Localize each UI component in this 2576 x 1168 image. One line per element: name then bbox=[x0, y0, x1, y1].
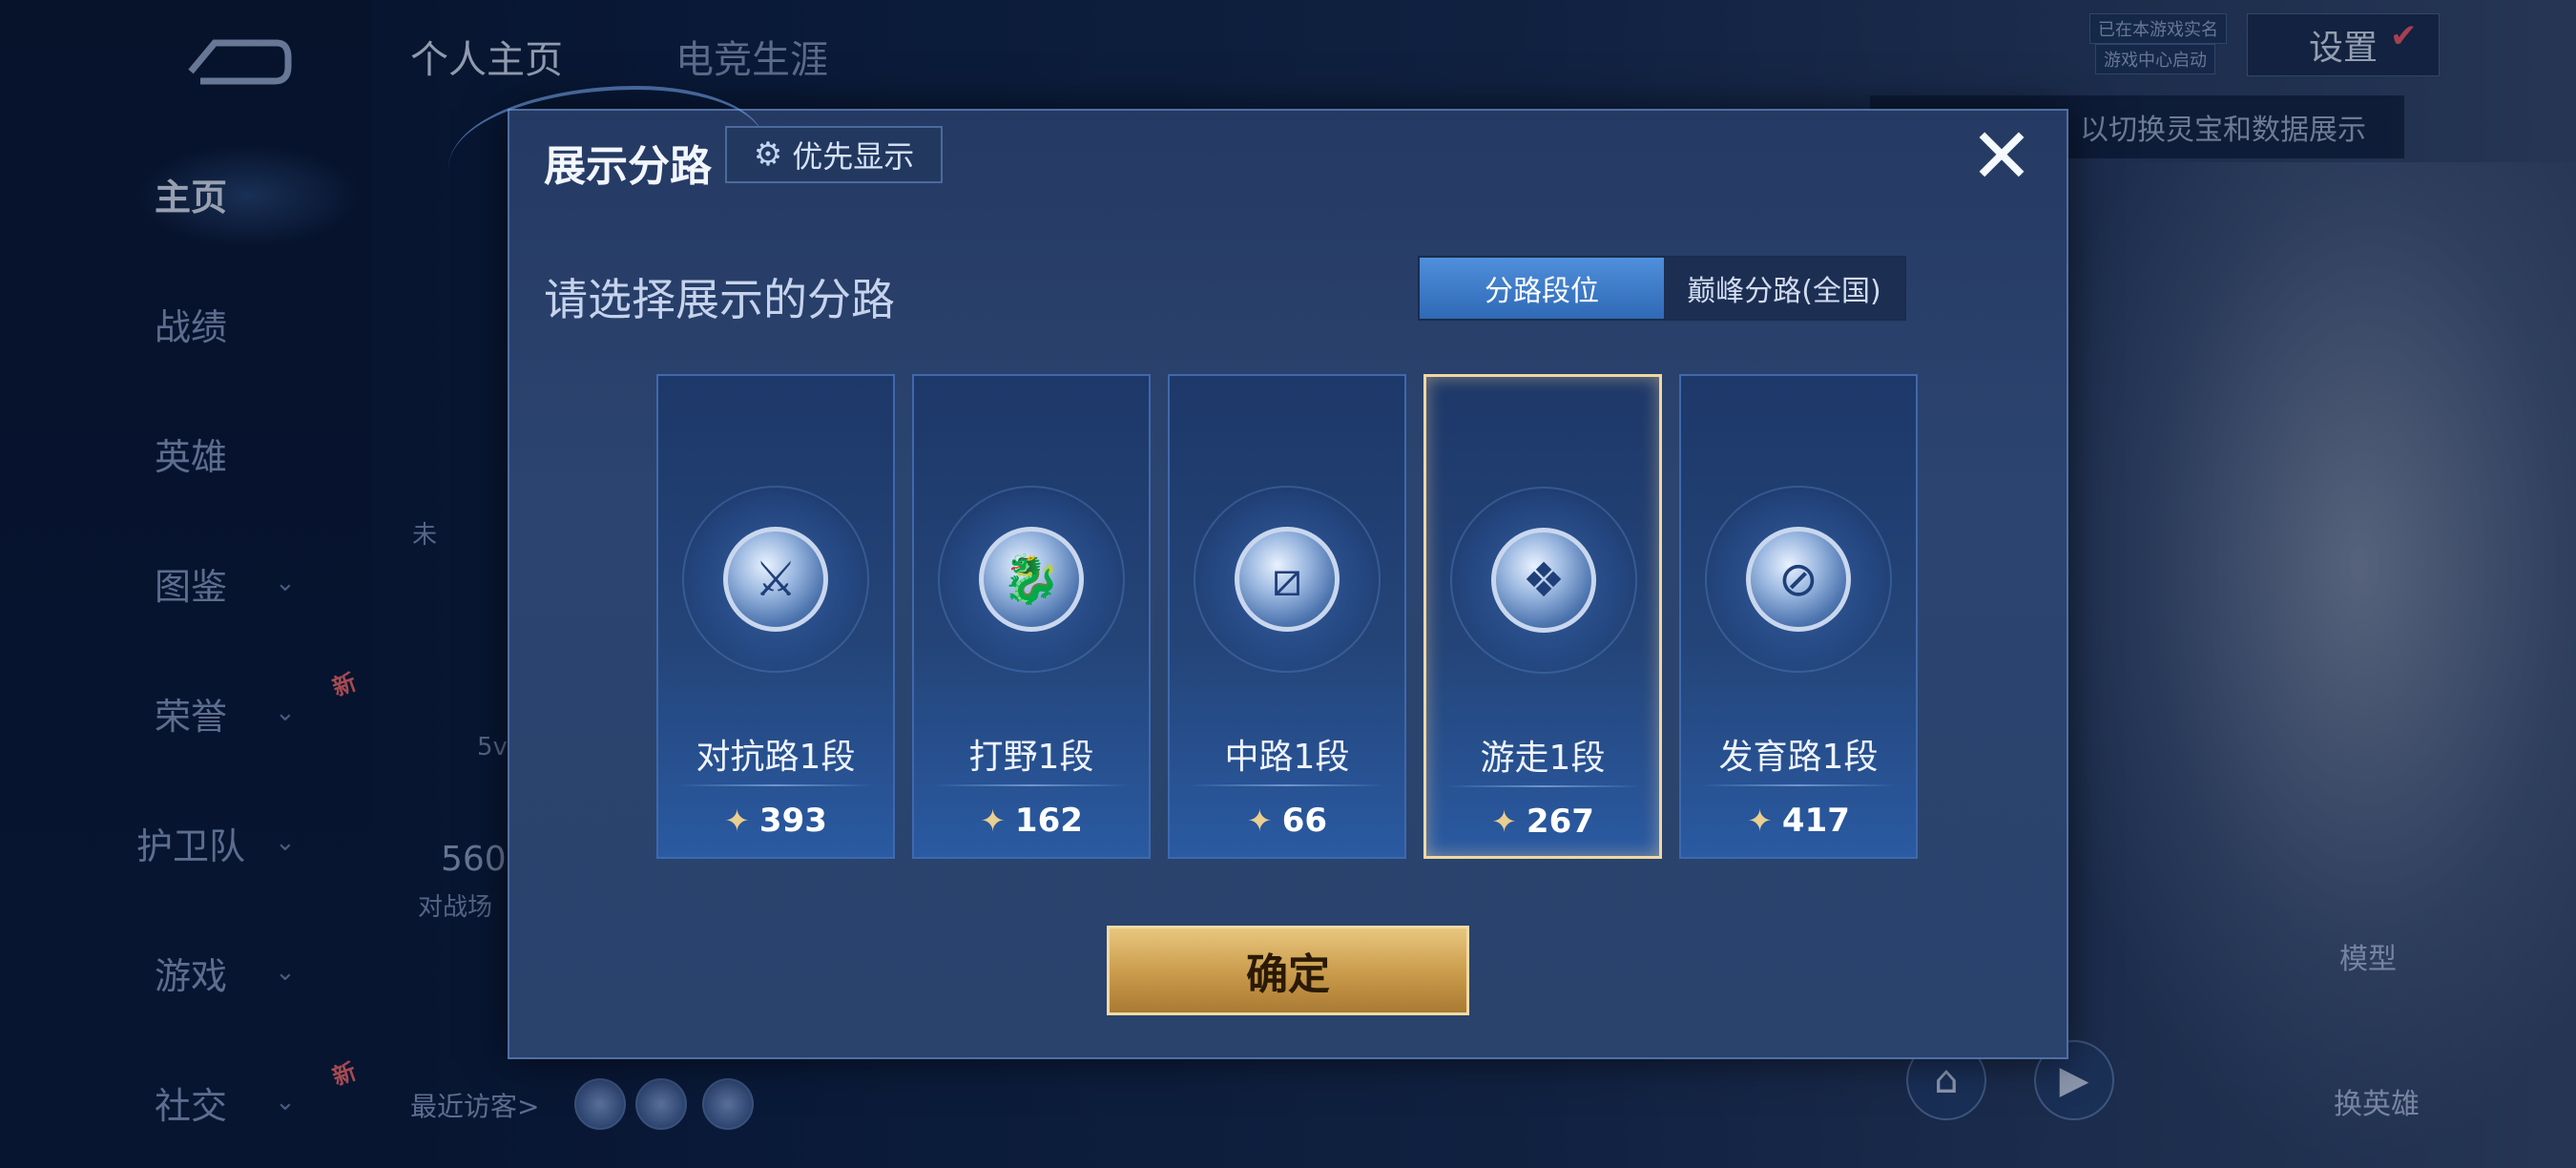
points-icon: ✦ bbox=[1246, 803, 1273, 839]
priority-display-label: 优先显示 bbox=[792, 138, 915, 175]
lane-card[interactable]: 🐉 打野1段 ✦ 162 bbox=[912, 374, 1151, 859]
tab-lane-rank[interactable]: 分路段位 bbox=[1420, 258, 1664, 319]
lane-name: 对抗路1段 bbox=[696, 738, 856, 777]
lane-score-value: 66 bbox=[1281, 802, 1328, 840]
confirm-button[interactable]: 确定 bbox=[1107, 926, 1469, 1015]
points-icon: ✦ bbox=[1747, 803, 1773, 839]
lane-card[interactable]: ⧄ 中路1段 ✦ 66 bbox=[1168, 374, 1406, 859]
tab-peak-lane[interactable]: 巅峰分路(全国) bbox=[1664, 258, 1904, 319]
divider bbox=[1189, 784, 1385, 786]
lane-score-value: 267 bbox=[1526, 803, 1594, 841]
lane-score: ✦ 66 bbox=[1170, 802, 1404, 840]
lane-score-value: 393 bbox=[758, 802, 827, 840]
lane-score: ✦ 393 bbox=[658, 802, 893, 840]
lane-mode-toggle: 分路段位 巅峰分路(全国) bbox=[1418, 256, 1906, 321]
priority-display-button[interactable]: ⚙ 优先显示 bbox=[725, 126, 943, 183]
dialog-title: 展示分路 bbox=[544, 142, 712, 191]
lane-score: ✦ 417 bbox=[1681, 802, 1916, 840]
close-icon[interactable]: ✕ bbox=[1965, 118, 2038, 195]
lane-score-value: 417 bbox=[1781, 802, 1850, 840]
lane-name: 打野1段 bbox=[968, 738, 1094, 777]
points-icon: ✦ bbox=[724, 803, 750, 839]
points-icon: ✦ bbox=[1491, 803, 1517, 840]
lane-card[interactable]: ❖ 游走1段 ✦ 267 bbox=[1423, 374, 1662, 859]
confirm-label: 确定 bbox=[1246, 950, 1330, 999]
lane-name: 中路1段 bbox=[1224, 738, 1350, 777]
divider bbox=[677, 784, 874, 786]
roam-icon: ❖ bbox=[1491, 528, 1596, 633]
divider bbox=[1700, 784, 1897, 786]
gear-icon: ⚙ bbox=[753, 136, 783, 174]
lane-card[interactable]: ⚔ 对抗路1段 ✦ 393 bbox=[656, 374, 895, 859]
lane-score: ✦ 162 bbox=[914, 802, 1149, 840]
clash-lane-icon: ⚔ bbox=[723, 527, 828, 632]
mid-lane-icon: ⧄ bbox=[1235, 527, 1340, 632]
farm-lane-icon: ⊘ bbox=[1746, 527, 1851, 632]
dialog-subtitle: 请选择展示的分路 bbox=[544, 274, 895, 325]
lane-name: 游走1段 bbox=[1480, 739, 1606, 778]
divider bbox=[1445, 785, 1642, 787]
lane-score-value: 162 bbox=[1014, 802, 1083, 840]
points-icon: ✦ bbox=[980, 803, 1006, 839]
lane-score: ✦ 267 bbox=[1426, 803, 1659, 841]
lane-card[interactable]: ⊘ 发育路1段 ✦ 417 bbox=[1679, 374, 1918, 859]
lane-name: 发育路1段 bbox=[1718, 738, 1879, 777]
divider bbox=[933, 784, 1130, 786]
jungle-icon: 🐉 bbox=[979, 527, 1084, 632]
